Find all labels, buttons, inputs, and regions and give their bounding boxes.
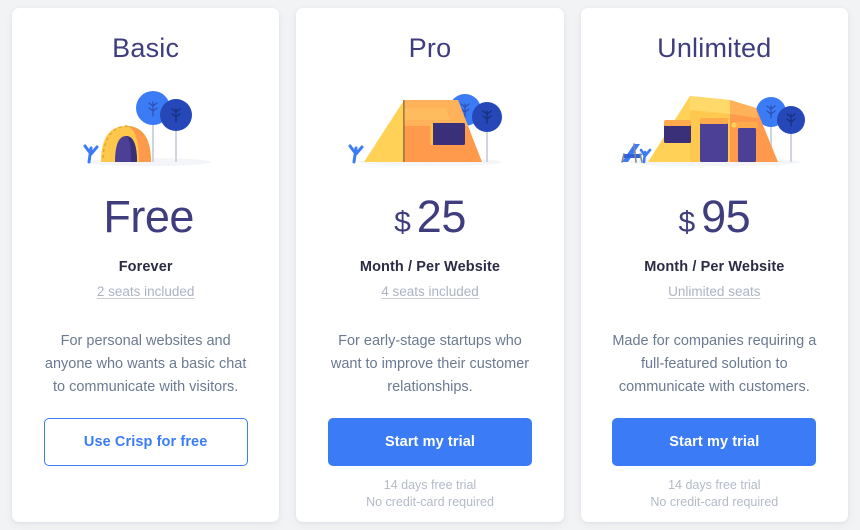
cta-footnote: 14 days free trial No credit-card requir… bbox=[366, 477, 494, 512]
use-crisp-for-free-button[interactable]: Use Crisp for free bbox=[43, 418, 248, 466]
plan-cta-area: Start my trial 14 days free trial No cre… bbox=[296, 418, 563, 512]
plan-description: For personal websites and anyone who wan… bbox=[44, 333, 247, 396]
plan-description: For early-stage startups who want to imp… bbox=[330, 333, 530, 396]
plan-period: Forever bbox=[118, 259, 173, 276]
plan-seats-note: Unlimited seats bbox=[668, 284, 761, 300]
plan-title: Basic bbox=[112, 33, 180, 63]
plan-price: $ 95 bbox=[678, 194, 750, 239]
plan-period: Month / Per Website bbox=[359, 259, 501, 276]
large-camp-tent-illustration bbox=[581, 78, 848, 170]
start-my-trial-button[interactable]: Start my trial bbox=[327, 418, 532, 466]
plan-card-basic[interactable]: Basic Free Forever 2 seats included For … bbox=[12, 8, 280, 522]
price-amount: 95 bbox=[701, 191, 751, 243]
cta-footnote-line-1: 14 days free trial bbox=[383, 478, 477, 492]
cta-footnote-line-1: 14 days free trial bbox=[668, 478, 761, 492]
price-currency: $ bbox=[394, 206, 411, 240]
small-dome-tent-illustration bbox=[12, 78, 279, 170]
plan-price: $ 25 bbox=[394, 194, 466, 239]
plan-description: Made for companies requiring a full-feat… bbox=[612, 333, 817, 396]
price-amount: Free bbox=[103, 191, 194, 243]
plan-seats-note: 2 seats included bbox=[96, 284, 195, 300]
plan-title: Unlimited bbox=[657, 33, 772, 63]
plan-period: Month / Per Website bbox=[644, 259, 785, 276]
plan-price: Free bbox=[97, 194, 194, 239]
price-currency: $ bbox=[678, 206, 696, 240]
pricing-plan-grid: Basic Free Forever 2 seats included For … bbox=[0, 0, 860, 530]
plan-seats-note: 4 seats included bbox=[381, 284, 479, 300]
cta-footnote-line-2: No credit-card required bbox=[650, 495, 779, 510]
plan-cta-area: Start my trial 14 days free trial No cre… bbox=[581, 418, 848, 512]
price-amount: 25 bbox=[416, 191, 467, 243]
plan-card-unlimited[interactable]: Unlimited $ 95 Month / Per Website Unlim… bbox=[580, 8, 848, 522]
cta-footnote: 14 days free trial No credit-card requir… bbox=[650, 477, 778, 512]
a-frame-tent-illustration bbox=[296, 78, 563, 170]
cta-footnote-line-2: No credit-card required bbox=[366, 495, 494, 510]
plan-cta-area: Use Crisp for free bbox=[12, 418, 279, 466]
plan-card-pro[interactable]: Pro $ 25 Month / Per Website 4 seats inc… bbox=[296, 8, 564, 522]
plan-title: Pro bbox=[408, 33, 452, 63]
start-my-trial-button[interactable]: Start my trial bbox=[612, 418, 817, 466]
